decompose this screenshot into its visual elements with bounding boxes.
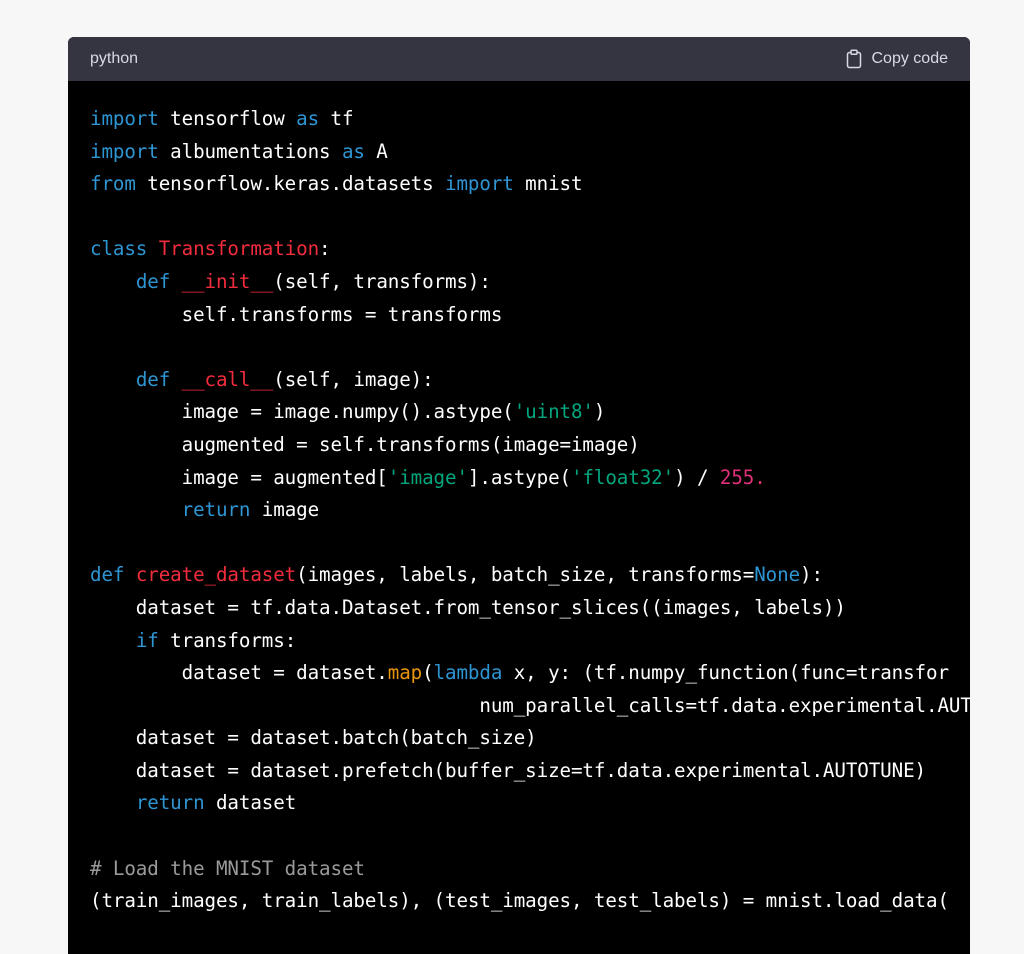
code-token: dataset = tf.data.Dataset.from_tensor_sl…	[90, 595, 846, 619]
copy-code-button[interactable]: Copy code	[846, 49, 949, 69]
code-line: # Load the MNIST dataset	[90, 853, 970, 886]
code-token: image = augmented[	[90, 465, 388, 489]
code-line: class Transformation:	[90, 233, 970, 266]
code-token: image = image.numpy().astype(	[90, 400, 514, 424]
code-token: ) /	[674, 465, 720, 489]
code-token: return	[135, 791, 205, 815]
code-line: if transforms:	[90, 625, 970, 658]
code-line: return image	[90, 494, 970, 527]
code-token: lambda	[433, 661, 503, 685]
code-token: return	[181, 498, 251, 522]
code-token: image	[250, 498, 320, 522]
code-token: self.transforms = transforms	[90, 302, 503, 326]
code-token: (	[422, 661, 434, 685]
code-line: def create_dataset(images, labels, batch…	[90, 559, 970, 592]
code-token: map	[387, 661, 423, 685]
code-line: dataset = dataset.map(lambda x, y: (tf.n…	[90, 657, 970, 690]
code-token: dataset = dataset.batch(batch_size)	[90, 726, 537, 750]
code-token: tensorflow.keras.datasets	[135, 172, 446, 196]
code-line: dataset = dataset.batch(batch_size)	[90, 722, 970, 755]
code-token: num_parallel_calls=tf.data.experimental.…	[90, 693, 970, 717]
code-token: 'float32'	[571, 465, 675, 489]
code-token: A	[364, 139, 388, 163]
code-token: :	[319, 237, 331, 261]
code-token: __call__	[181, 367, 274, 391]
code-token: create_dataset	[135, 563, 297, 587]
code-line: dataset = dataset.prefetch(buffer_size=t…	[90, 755, 970, 788]
code-token: def	[90, 563, 125, 587]
code-token: ):	[800, 563, 823, 587]
code-token: class	[90, 237, 148, 261]
code-token: dataset	[204, 791, 297, 815]
code-line: import tensorflow as tf	[90, 103, 970, 136]
code-token: # Load the MNIST dataset	[90, 856, 365, 880]
code-line: image = augmented['image'].astype('float…	[90, 462, 970, 495]
code-content[interactable]: import tensorflow as tf import albumentat…	[68, 81, 970, 954]
code-token: if	[135, 628, 159, 652]
code-token: tf	[319, 107, 354, 130]
code-line: image = image.numpy().astype('uint8')	[90, 396, 970, 429]
code-line: return dataset	[90, 787, 970, 820]
code-token: as	[341, 139, 365, 163]
code-token: ].astype(	[467, 465, 571, 489]
code-line: self.transforms = transforms	[90, 299, 970, 332]
code-token: 'uint8'	[513, 400, 594, 424]
code-token: def	[135, 269, 171, 293]
code-token: tensorflow	[158, 107, 297, 130]
code-text: import tensorflow as tf import albumentat…	[90, 103, 970, 918]
code-token: dataset = dataset.prefetch(buffer_size=t…	[90, 758, 926, 782]
code-block-header: python Copy code	[68, 37, 970, 81]
code-token: (self, transforms):	[273, 269, 491, 293]
code-token: transforms:	[158, 628, 297, 652]
code-line: def __init__(self, transforms):	[90, 266, 970, 299]
code-token: mnist	[513, 172, 583, 196]
code-token: (images, labels, batch_size, transforms=	[296, 563, 755, 587]
code-block: python Copy code import tensorflow as tf…	[68, 37, 970, 954]
code-token: (train_images, train_labels), (test_imag…	[90, 889, 949, 913]
code-token: Transformation	[158, 237, 320, 261]
code-token: x, y: (tf.numpy_function(func=transfor	[502, 661, 949, 685]
code-language-label: python	[90, 50, 139, 67]
code-token: __init__	[181, 269, 274, 293]
code-token: albumentations	[158, 139, 342, 163]
code-token: as	[296, 107, 320, 130]
code-token: 'image'	[387, 465, 468, 489]
code-token: augmented = self.transforms(image=image)	[90, 432, 640, 456]
copy-code-label: Copy code	[871, 50, 949, 67]
code-token: )	[593, 400, 606, 424]
code-line: num_parallel_calls=tf.data.experimental.…	[90, 690, 970, 723]
code-token: 255.	[719, 465, 766, 489]
code-token: None	[754, 563, 801, 587]
code-token: def	[135, 367, 171, 391]
code-token: import	[90, 139, 159, 163]
code-line: augmented = self.transforms(image=image)	[90, 429, 970, 462]
code-line: dataset = tf.data.Dataset.from_tensor_sl…	[90, 592, 970, 625]
clipboard-icon	[846, 49, 861, 69]
code-token: from	[90, 172, 136, 196]
code-line: from tensorflow.keras.datasets import mn…	[90, 168, 970, 201]
code-line: def __call__(self, image):	[90, 364, 970, 397]
code-token: import	[90, 107, 159, 130]
code-token: dataset = dataset.	[90, 661, 388, 685]
code-token: (self, image):	[273, 367, 434, 391]
code-line: (train_images, train_labels), (test_imag…	[90, 885, 970, 918]
code-token: import	[445, 172, 514, 196]
code-line: import albumentations as A	[90, 136, 970, 169]
